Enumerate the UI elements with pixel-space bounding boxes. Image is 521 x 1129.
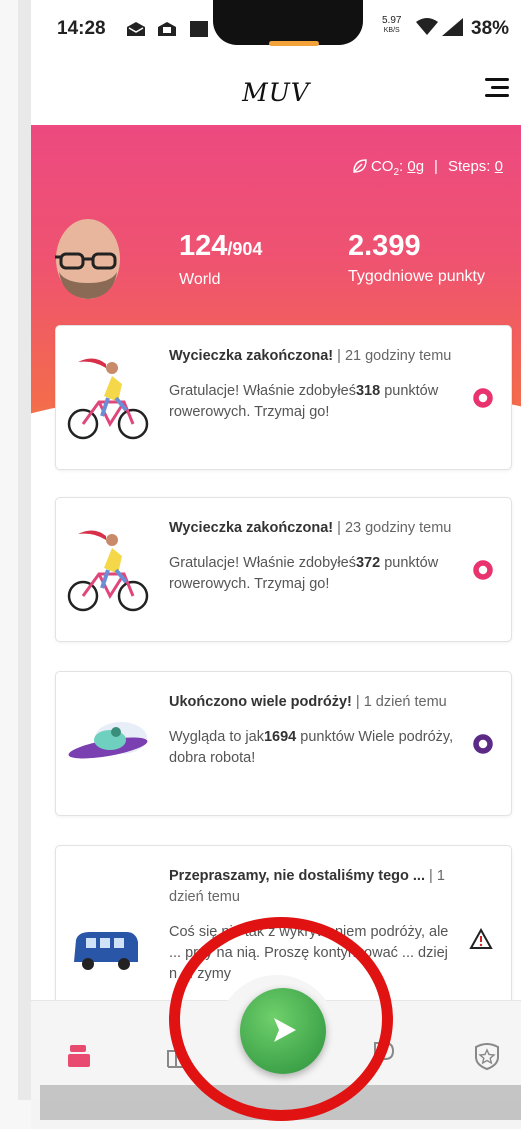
- speed-unit: KB/S: [383, 27, 400, 34]
- co2-label: CO: [370, 158, 394, 175]
- card-body: Gratulacje! Właśnie zdobyłeś318 punktów …: [169, 383, 439, 420]
- parking-icon[interactable]: [369, 1041, 399, 1071]
- bezel-left-shadow: [18, 0, 31, 1100]
- signal-icon: [442, 18, 464, 36]
- speed-value: 5.97: [382, 15, 402, 26]
- notification-card[interactable]: Ukończono wiele podróży! | 1 dzień temu …: [55, 671, 512, 816]
- steps-value[interactable]: 0: [495, 158, 503, 175]
- card-body: Wygląda to jak1694 punktów Wiele podróży…: [169, 729, 454, 766]
- warning-icon: [469, 928, 493, 949]
- card-meta: | 21 godziny temu: [333, 348, 452, 364]
- co2-subscript: 2: [393, 167, 400, 178]
- avatar[interactable]: [53, 217, 123, 302]
- leaf-icon: [353, 159, 367, 173]
- status-time: 14:28: [57, 18, 106, 39]
- camera-notch: [213, 0, 363, 46]
- menu-icon[interactable]: [481, 74, 509, 102]
- system-icons: [416, 18, 464, 41]
- battery-level: 38%: [471, 18, 510, 39]
- co2-value[interactable]: 0g: [407, 158, 424, 175]
- bus-illustration: [74, 932, 138, 970]
- badge-star-icon[interactable]: [472, 1041, 502, 1071]
- mail-open-icon: [127, 21, 145, 36]
- card-points: 318: [355, 383, 381, 399]
- wifi-icon: [416, 18, 438, 35]
- card-points: 1694: [263, 729, 297, 745]
- world-rank[interactable]: 124/904 World: [179, 230, 262, 289]
- start-trip-button[interactable]: [240, 988, 326, 1074]
- cyclist-illustration: [67, 358, 149, 440]
- notification-icons: [126, 20, 216, 38]
- card-points: 372: [355, 555, 381, 571]
- mail-open-icon: [158, 21, 177, 36]
- points-value: 2.399: [348, 230, 421, 262]
- status-bar: 14:28 5.97 KB/S 38%: [31, 0, 521, 58]
- notification-card[interactable]: Wycieczka zakończona! | 21 godziny temu …: [55, 325, 512, 470]
- pink-ring-icon: [473, 560, 493, 580]
- weekly-points[interactable]: 2.399 Tygodniowe punkty: [348, 230, 485, 286]
- rank-value: 124: [179, 230, 228, 262]
- card-title: Ukończono wiele podróży!: [169, 694, 352, 710]
- bezel-bottom: [40, 1085, 521, 1120]
- stats-icon[interactable]: [165, 1041, 195, 1071]
- co2-steps-bar: CO2: 0g | Steps: 0: [352, 158, 503, 178]
- app-logo: MUV: [242, 78, 310, 107]
- separator: |: [434, 158, 438, 175]
- card-title: Przepraszamy, nie dostaliśmy tego ...: [169, 868, 425, 884]
- app-header: MUV: [31, 58, 521, 125]
- play-icon: [274, 1018, 296, 1042]
- pink-ring-icon: [473, 388, 493, 408]
- app-screen: 14:28 5.97 KB/S 38% MUV CO2: 0g | Steps:…: [31, 0, 521, 1100]
- card-body: Gratulacje! Właśnie zdobyłeś372 punktów …: [169, 555, 439, 592]
- rank-total: /904: [227, 239, 263, 259]
- cyclist-illustration: [67, 530, 149, 612]
- card-title: Wycieczka zakończona!: [169, 520, 334, 536]
- notification-card[interactable]: Wycieczka zakończona! | 23 godziny temu …: [55, 497, 512, 642]
- home-icon[interactable]: [66, 1041, 96, 1071]
- purple-ring-icon: [473, 734, 493, 754]
- card-title: Wycieczka zakończona!: [169, 348, 334, 364]
- network-speed: 5.97 KB/S: [382, 16, 401, 36]
- notch-indicator: [269, 41, 319, 46]
- card-body: Coś się nie tak z wykrywaniem podróży, a…: [169, 924, 449, 982]
- square-notification-icon: [189, 20, 208, 37]
- rank-label: World: [179, 271, 221, 288]
- steps-label: Steps:: [447, 158, 491, 175]
- card-meta: | 23 godziny temu: [333, 520, 452, 536]
- ufo-illustration: [68, 722, 148, 759]
- phone-frame: 14:28 5.97 KB/S 38% MUV CO2: 0g | Steps:…: [0, 0, 521, 1129]
- card-meta: | 1 dzień temu: [351, 694, 447, 710]
- points-label: Tygodniowe punkty: [348, 268, 485, 285]
